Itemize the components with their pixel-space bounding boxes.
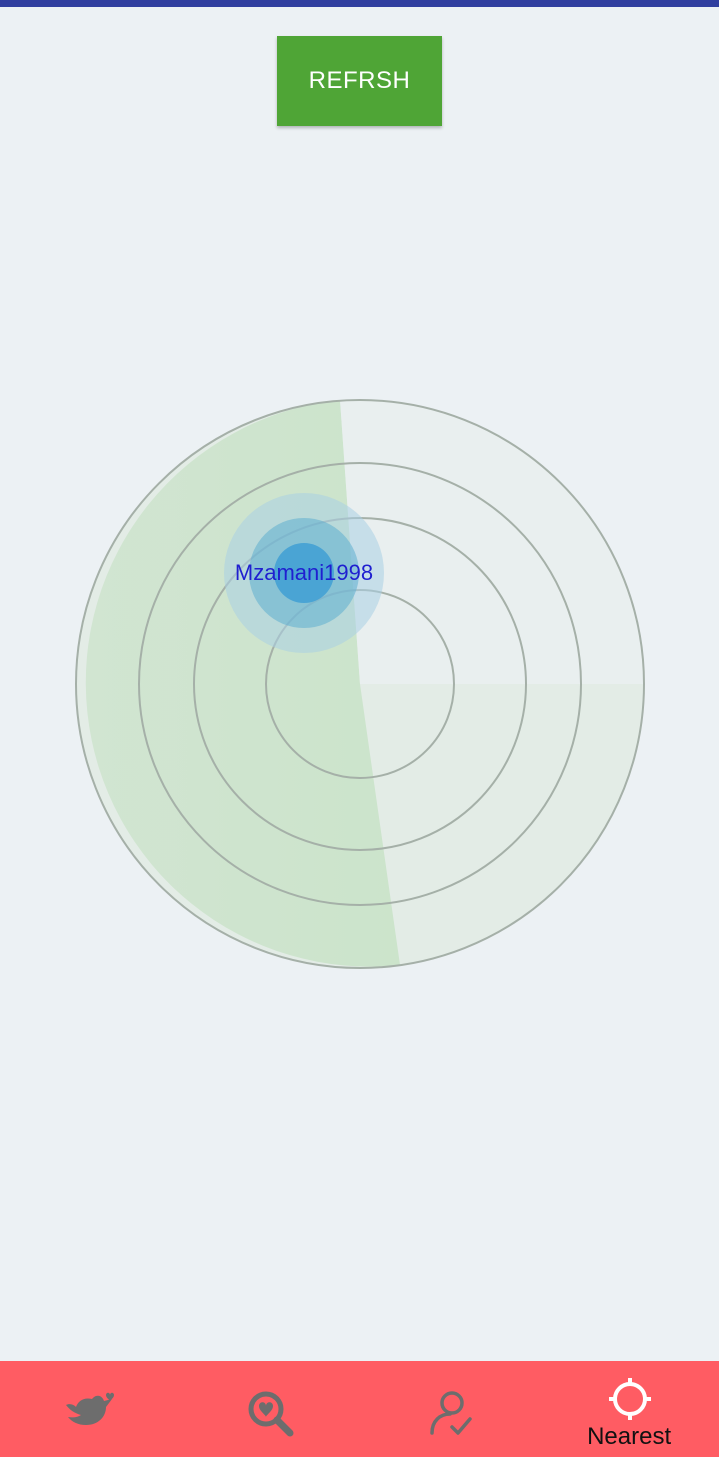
bird-heart-icon: [62, 1391, 116, 1436]
radar-sweep-trail: [340, 399, 645, 684]
user-check-icon: [426, 1389, 476, 1444]
nav-item-discover[interactable]: [0, 1361, 180, 1457]
nav-item-matches[interactable]: [360, 1361, 540, 1457]
nav-item-search[interactable]: [180, 1361, 360, 1457]
nav-label-nearest: Nearest: [587, 1423, 672, 1450]
nav-item-nearest[interactable]: Nearest: [539, 1361, 719, 1457]
radar-graphic: [75, 399, 645, 969]
bottom-navigation: Nearest: [0, 1361, 719, 1457]
heart-search-icon: [246, 1389, 296, 1444]
crosshair-icon: [608, 1377, 652, 1426]
radar-view: Mzamani1998: [0, 0, 719, 1360]
user-name-label[interactable]: Mzamani1998: [204, 559, 404, 587]
